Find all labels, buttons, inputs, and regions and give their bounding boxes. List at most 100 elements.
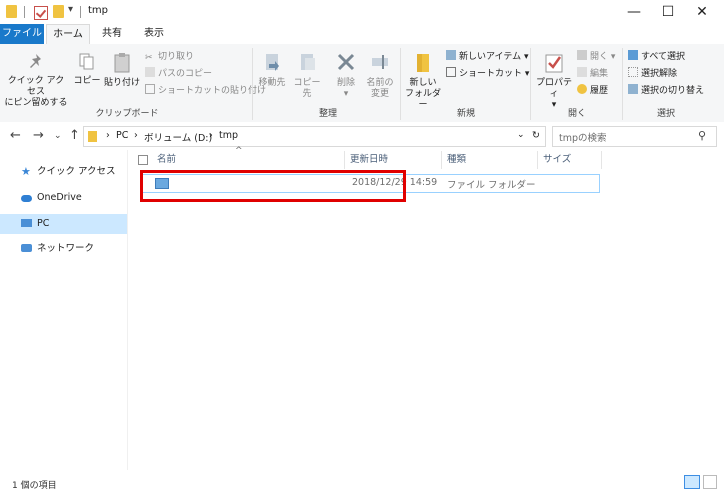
pin-label: クイック アクセス: [7, 76, 65, 97]
tab-file[interactable]: ファイル: [0, 24, 44, 44]
forward-arrow-icon[interactable]: →: [33, 128, 44, 143]
shortcut-icon: [446, 67, 456, 77]
delete-dropdown-icon[interactable]: ▾: [344, 89, 349, 99]
copy-icon: [79, 53, 94, 70]
paste-shortcut-button[interactable]: ショートカットの貼り付け: [145, 84, 266, 98]
highlight-box: [140, 170, 406, 202]
back-arrow-icon[interactable]: ←: [10, 128, 21, 143]
paste-shortcut-icon: [145, 84, 155, 94]
title-bar: ▾ tmp — ☐ ✕: [0, 0, 724, 24]
refresh-icon[interactable]: ↻: [532, 130, 540, 141]
star-icon: ★: [21, 165, 31, 178]
properties-button[interactable]: プロパティ ▾: [534, 52, 574, 111]
properties-icon[interactable]: [34, 6, 48, 20]
open-button[interactable]: 開く ▾: [577, 50, 615, 64]
paste-icon: [114, 53, 130, 73]
tab-share[interactable]: 共有: [92, 24, 132, 44]
edit-icon: [577, 67, 587, 77]
invert-selection-icon: [628, 84, 638, 94]
folder-icon: [88, 131, 97, 142]
column-divider[interactable]: [344, 151, 345, 169]
recent-locations-icon[interactable]: ⌄: [54, 131, 62, 141]
select-all-checkbox[interactable]: [138, 155, 148, 165]
properties-icon: [545, 54, 563, 73]
window-title: tmp: [88, 5, 109, 16]
move-to-button[interactable]: 移動先: [256, 52, 288, 89]
path-icon: [145, 67, 155, 77]
rename-label: 名前の: [366, 78, 394, 88]
paste-button[interactable]: 貼り付け: [104, 52, 140, 89]
separator: [24, 6, 25, 18]
search-box[interactable]: tmpの検索 ⚲: [552, 126, 717, 147]
delete-button[interactable]: 削除 ▾: [330, 52, 362, 100]
item-count: 1 個の項目: [12, 481, 57, 491]
search-input[interactable]: tmpの検索: [559, 130, 607, 144]
column-header-modified[interactable]: 更新日時: [350, 150, 388, 170]
column-header-name[interactable]: 名前: [157, 150, 176, 170]
tab-home[interactable]: ホーム: [46, 24, 90, 45]
up-arrow-icon[interactable]: ↑: [69, 128, 80, 143]
copy-to-icon: [301, 54, 315, 70]
column-divider[interactable]: [441, 151, 442, 169]
separator: [80, 6, 81, 18]
new-folder-icon[interactable]: [53, 5, 64, 18]
pin-label-2: にピン留めする: [4, 98, 68, 108]
group-divider: [400, 48, 401, 120]
breadcrumb-separator-icon[interactable]: ›: [134, 130, 138, 141]
customize-toolbar-icon[interactable]: ▾: [68, 4, 73, 15]
search-icon[interactable]: ⚲: [698, 129, 706, 142]
network-icon: [21, 244, 32, 252]
move-to-label: 移動先: [258, 78, 286, 88]
copy-button[interactable]: コピー: [72, 52, 102, 87]
details-view-icon[interactable]: [684, 475, 700, 489]
delete-icon: [337, 53, 355, 71]
new-item-button[interactable]: 新しいアイテム ▾: [446, 50, 528, 64]
navigation-pane: ★ クイック アクセス OneDrive PC ネットワーク: [0, 150, 127, 470]
breadcrumb-tmp[interactable]: tmp: [219, 130, 238, 141]
tab-view[interactable]: 表示: [134, 24, 174, 44]
select-none-icon: [628, 67, 638, 77]
address-dropdown-icon[interactable]: ⌄: [517, 130, 525, 140]
breadcrumb-separator-icon[interactable]: ›: [209, 130, 213, 141]
column-header-size[interactable]: サイズ: [543, 150, 571, 170]
rename-button[interactable]: 名前の 変更: [364, 52, 396, 100]
rename-icon: [372, 55, 388, 69]
new-group-label: 新規: [456, 109, 475, 119]
history-button[interactable]: 履歴: [577, 84, 608, 98]
copy-to-button[interactable]: コピー先: [290, 52, 324, 100]
copy-to-label: コピー先: [293, 78, 321, 99]
address-bar[interactable]: › PC › ボリューム (D:) › tmp ⌄ ↻: [83, 126, 546, 147]
nav-quick-access[interactable]: ★ クイック アクセス: [0, 162, 127, 182]
breadcrumb-pc[interactable]: PC: [116, 130, 128, 141]
edit-button[interactable]: 編集: [577, 67, 608, 81]
close-button[interactable]: ✕: [680, 0, 724, 24]
copy-label: コピー: [73, 76, 101, 86]
column-divider[interactable]: [537, 151, 538, 169]
select-all-button[interactable]: すべて選択: [628, 50, 685, 64]
easy-access-button[interactable]: ショートカット ▾: [446, 67, 529, 81]
delete-label: 削除: [336, 78, 355, 88]
invert-selection-button[interactable]: 選択の切り替え: [628, 84, 704, 98]
new-folder-button[interactable]: 新しい フォルダー: [404, 52, 442, 111]
history-icon: [577, 84, 587, 94]
pin-quick-access-button[interactable]: クイック アクセス にピン留めする: [4, 52, 68, 109]
nav-pc[interactable]: PC: [0, 214, 127, 234]
select-none-button[interactable]: 選択解除: [628, 67, 677, 81]
clipboard-group-label: クリップボード: [95, 109, 159, 119]
new-item-icon: [446, 50, 456, 60]
nav-onedrive[interactable]: OneDrive: [0, 188, 127, 208]
open-group-label: 開く: [567, 109, 586, 119]
large-icons-view-icon[interactable]: [703, 475, 717, 489]
copy-path-button[interactable]: パスのコピー: [145, 67, 212, 81]
nav-network[interactable]: ネットワーク: [0, 239, 127, 259]
cloud-icon: [21, 195, 32, 202]
breadcrumb-separator-icon[interactable]: ›: [106, 130, 110, 141]
group-divider: [622, 48, 623, 120]
cut-button[interactable]: ✂ 切り取り: [145, 50, 194, 64]
breadcrumb-volume[interactable]: ボリューム (D:): [144, 130, 212, 144]
paste-label: 貼り付け: [104, 78, 141, 88]
column-header-type[interactable]: 種類: [447, 150, 466, 170]
status-bar: 1 個の項目: [0, 470, 724, 493]
column-divider[interactable]: [601, 151, 602, 169]
computer-icon: [21, 219, 32, 227]
